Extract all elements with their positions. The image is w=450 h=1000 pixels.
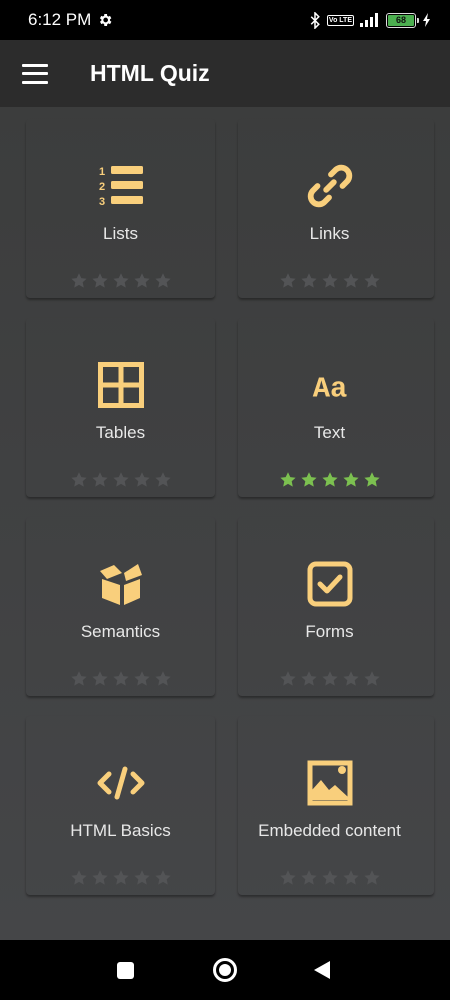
star-empty-icon bbox=[91, 273, 108, 288]
charging-icon bbox=[423, 13, 430, 27]
svg-text:3: 3 bbox=[99, 196, 105, 208]
star-empty-icon bbox=[154, 671, 171, 686]
star-empty-icon bbox=[91, 870, 108, 885]
star-empty-icon bbox=[363, 870, 380, 885]
tile-label: Tables bbox=[95, 423, 146, 442]
star-filled-icon bbox=[300, 472, 317, 487]
star-filled-icon bbox=[342, 472, 359, 487]
home-circle-icon[interactable] bbox=[213, 958, 237, 982]
status-time: 6:12 PM bbox=[28, 10, 92, 29]
star-filled-icon bbox=[363, 472, 380, 487]
star-empty-icon bbox=[91, 472, 108, 487]
rating-stars bbox=[70, 869, 172, 887]
navigation-bar bbox=[0, 940, 450, 1000]
tile-label: HTML Basics bbox=[70, 821, 171, 840]
star-empty-icon bbox=[363, 671, 380, 686]
star-empty-icon bbox=[279, 870, 296, 885]
topic-tile-semantics[interactable]: Semantics bbox=[16, 505, 225, 704]
star-empty-icon bbox=[112, 671, 129, 686]
star-empty-icon bbox=[70, 870, 87, 885]
link-chain-icon bbox=[306, 162, 354, 210]
star-filled-icon bbox=[279, 472, 296, 487]
status-bar: 6:12 PM Vo LTE 68 bbox=[0, 0, 450, 40]
topic-tile-tables[interactable]: Tables bbox=[16, 306, 225, 505]
open-box-icon bbox=[97, 560, 145, 608]
recents-square-icon[interactable] bbox=[117, 962, 134, 979]
star-empty-icon bbox=[342, 273, 359, 288]
star-empty-icon bbox=[133, 671, 150, 686]
star-empty-icon bbox=[279, 273, 296, 288]
star-empty-icon bbox=[70, 472, 87, 487]
tile-label: Links bbox=[309, 224, 350, 243]
svg-text:Aa: Aa bbox=[312, 373, 347, 405]
text-aa-icon: Aa bbox=[306, 361, 354, 409]
checkbox-icon bbox=[306, 560, 354, 608]
star-empty-icon bbox=[133, 273, 150, 288]
star-empty-icon bbox=[342, 870, 359, 885]
settings-gear-icon bbox=[100, 14, 112, 26]
star-empty-icon bbox=[300, 671, 317, 686]
tile-label: Forms bbox=[305, 622, 354, 641]
signal-icon bbox=[360, 13, 378, 27]
battery-icon: 68 bbox=[386, 12, 419, 28]
numbered-list-icon: 1 2 3 bbox=[97, 162, 145, 210]
star-empty-icon bbox=[279, 671, 296, 686]
star-empty-icon bbox=[321, 870, 338, 885]
bluetooth-icon bbox=[310, 11, 320, 29]
rating-stars bbox=[70, 471, 172, 489]
star-empty-icon bbox=[300, 273, 317, 288]
image-icon bbox=[306, 759, 354, 807]
code-brackets-icon bbox=[97, 759, 145, 807]
table-grid-icon bbox=[97, 361, 145, 409]
topic-tile-forms[interactable]: Forms bbox=[225, 505, 434, 704]
topic-tile-lists[interactable]: 1 2 3 Lists bbox=[16, 107, 225, 306]
topic-tile-links[interactable]: Links bbox=[225, 107, 434, 306]
svg-text:1: 1 bbox=[99, 166, 105, 178]
star-empty-icon bbox=[133, 870, 150, 885]
star-empty-icon bbox=[70, 671, 87, 686]
rating-stars bbox=[279, 670, 381, 688]
star-empty-icon bbox=[91, 671, 108, 686]
tile-label: Lists bbox=[103, 224, 138, 243]
star-empty-icon bbox=[70, 273, 87, 288]
star-empty-icon bbox=[112, 273, 129, 288]
topic-tile-text[interactable]: Aa Text bbox=[225, 306, 434, 505]
back-triangle-icon[interactable] bbox=[314, 961, 330, 979]
star-empty-icon bbox=[321, 273, 338, 288]
tile-label: Text bbox=[313, 423, 346, 442]
rating-stars bbox=[279, 869, 381, 887]
star-empty-icon bbox=[154, 273, 171, 288]
volte-icon: Vo LTE bbox=[326, 14, 354, 26]
battery-level: 68 bbox=[388, 14, 414, 26]
star-empty-icon bbox=[133, 472, 150, 487]
svg-text:2: 2 bbox=[99, 181, 105, 193]
rating-stars bbox=[279, 272, 381, 290]
star-empty-icon bbox=[112, 472, 129, 487]
app-title: HTML Quiz bbox=[90, 60, 210, 86]
rating-stars bbox=[70, 670, 172, 688]
rating-stars bbox=[70, 272, 172, 290]
hamburger-menu-icon[interactable] bbox=[22, 63, 48, 84]
rating-stars bbox=[279, 471, 381, 489]
star-filled-icon bbox=[321, 472, 338, 487]
quiz-topic-grid: 1 2 3 Lists Links Tables Aa Text Semanti… bbox=[0, 107, 450, 940]
star-empty-icon bbox=[363, 273, 380, 288]
star-empty-icon bbox=[321, 671, 338, 686]
topic-tile-html-basics[interactable]: HTML Basics bbox=[16, 704, 225, 903]
tile-label: Semantics bbox=[80, 622, 161, 641]
tile-label: Embedded content bbox=[258, 821, 401, 840]
star-empty-icon bbox=[300, 870, 317, 885]
star-empty-icon bbox=[154, 472, 171, 487]
star-empty-icon bbox=[154, 870, 171, 885]
star-empty-icon bbox=[342, 671, 359, 686]
topic-tile-embedded-content[interactable]: Embedded content bbox=[225, 704, 434, 903]
star-empty-icon bbox=[112, 870, 129, 885]
app-bar: HTML Quiz bbox=[0, 40, 450, 107]
